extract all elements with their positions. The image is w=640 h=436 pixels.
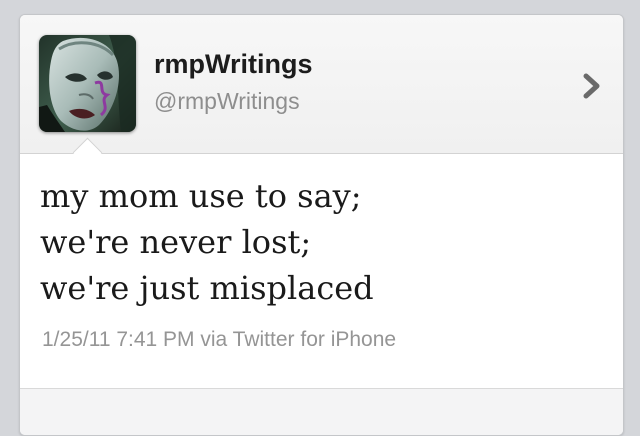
display-name[interactable]: rmpWritings: [154, 49, 313, 80]
tweet-timestamp-and-source: 1/25/11 7:41 PM via Twitter for iPhone: [42, 328, 397, 351]
avatar[interactable]: [39, 35, 136, 132]
masked-face-avatar-image: [39, 35, 136, 132]
chevron-right-icon[interactable]: [580, 71, 604, 101]
username: @rmpWritings: [154, 88, 300, 114]
tweet-text: my mom use to say; we're never lost; we'…: [40, 177, 374, 307]
tweet-actions-area: [20, 389, 623, 435]
tweet-author-header[interactable]: rmpWritings @rmpWritings: [20, 15, 623, 154]
tweet-card: rmpWritings @rmpWritings my mom use to s…: [19, 14, 624, 436]
